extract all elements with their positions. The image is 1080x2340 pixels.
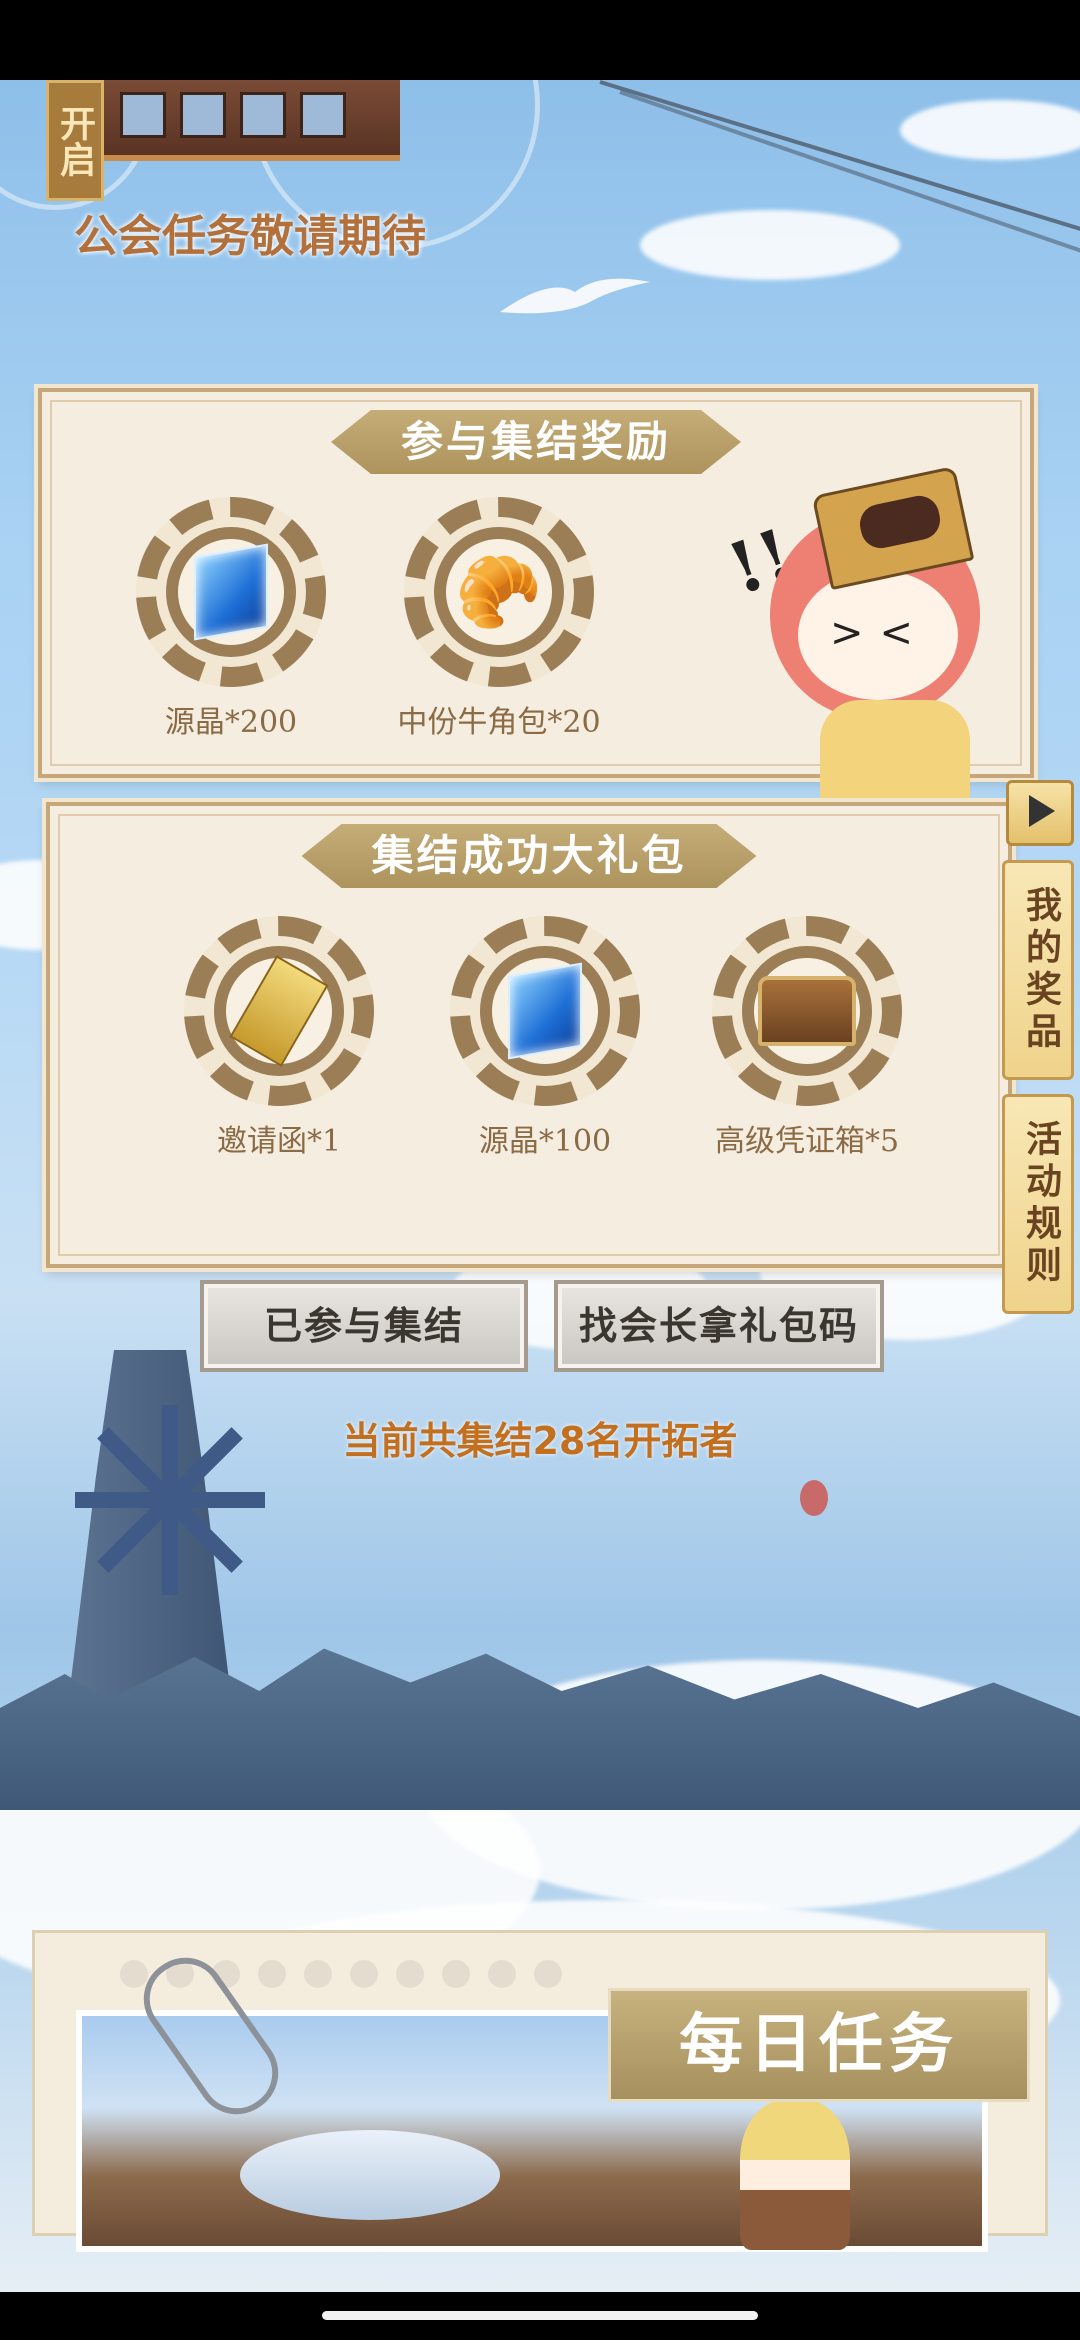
reward-label: 邀请函*1: [216, 1124, 342, 1159]
treasure-chest-icon: [758, 976, 856, 1046]
cloud: [900, 100, 1080, 160]
character-illustration: [740, 2100, 850, 2250]
hole: [258, 1960, 286, 1988]
guild-open-banner: 开启: [46, 80, 104, 201]
invitation-letter-icon: [229, 955, 329, 1067]
mascot-character: !! ><: [710, 440, 1040, 860]
hole: [120, 1960, 148, 1988]
window: [300, 92, 346, 138]
find-guild-leader-button[interactable]: 找会长拿礼包码: [554, 1280, 884, 1372]
hole: [396, 1960, 424, 1988]
hole: [488, 1960, 516, 1988]
window: [240, 92, 286, 138]
cloud: [640, 210, 900, 280]
expand-arrow-button[interactable]: [1006, 780, 1074, 846]
croissant-icon: 🥐: [455, 550, 543, 633]
window: [120, 92, 166, 138]
rally-count-text: 当前共集结28名开拓者: [342, 1419, 738, 1463]
hole: [442, 1960, 470, 1988]
hole: [350, 1960, 378, 1988]
guild-task-message: 公会任务敬请期待: [74, 211, 426, 262]
hot-air-balloon: [800, 1480, 828, 1516]
crystal-icon: [508, 962, 582, 1060]
gear-frame: [712, 916, 902, 1106]
reward-item[interactable]: 邀请函*1: [174, 916, 384, 1160]
bottom-bar: [0, 2292, 1080, 2340]
reward-icon-holder: [214, 946, 344, 1076]
cable-car: [100, 80, 400, 161]
bird-icon: [500, 278, 650, 314]
reward-icon-holder: [480, 946, 610, 1076]
crystal-icon: [194, 543, 268, 641]
mascot-eyes: ><: [830, 610, 930, 656]
reward-item[interactable]: 🥐 中份牛角包*20: [394, 497, 604, 741]
reward-label: 中份牛角包*20: [397, 705, 601, 740]
reward-icon-holder: [166, 527, 296, 657]
home-indicator[interactable]: [322, 2311, 758, 2320]
reward-label: 源晶*200: [164, 705, 298, 740]
gear-frame: [184, 916, 374, 1106]
gear-frame: [136, 497, 326, 687]
reward-item[interactable]: 高级凭证箱*5: [702, 916, 912, 1160]
my-prizes-button[interactable]: 我的奖品: [1002, 860, 1074, 1080]
participation-panel-title: 参与集结奖励: [331, 410, 741, 474]
reward-item[interactable]: 源晶*200: [126, 497, 336, 741]
joined-rally-button[interactable]: 已参与集结: [200, 1280, 528, 1372]
success-gift-panel: 集结成功大礼包 邀请函*1 源晶*100 高级凭证箱*5: [46, 802, 1012, 1268]
status-bar: [0, 0, 1080, 80]
reward-icon-holder: 🥐: [434, 527, 564, 657]
success-panel-title: 集结成功大礼包: [301, 824, 756, 888]
reward-label: 高级凭证箱*5: [714, 1124, 900, 1159]
reward-icon-holder: [742, 946, 872, 1076]
window: [180, 92, 226, 138]
gear-frame: [450, 916, 640, 1106]
gear-frame: 🥐: [404, 497, 594, 687]
activity-rules-button[interactable]: 活动规则: [1002, 1094, 1074, 1314]
airship: [240, 2130, 500, 2220]
hole: [304, 1960, 332, 1988]
reward-label: 源晶*100: [478, 1124, 612, 1159]
daily-task-title: 每日任务: [608, 1988, 1030, 2102]
hole: [534, 1960, 562, 1988]
reward-item[interactable]: 源晶*100: [440, 916, 650, 1160]
